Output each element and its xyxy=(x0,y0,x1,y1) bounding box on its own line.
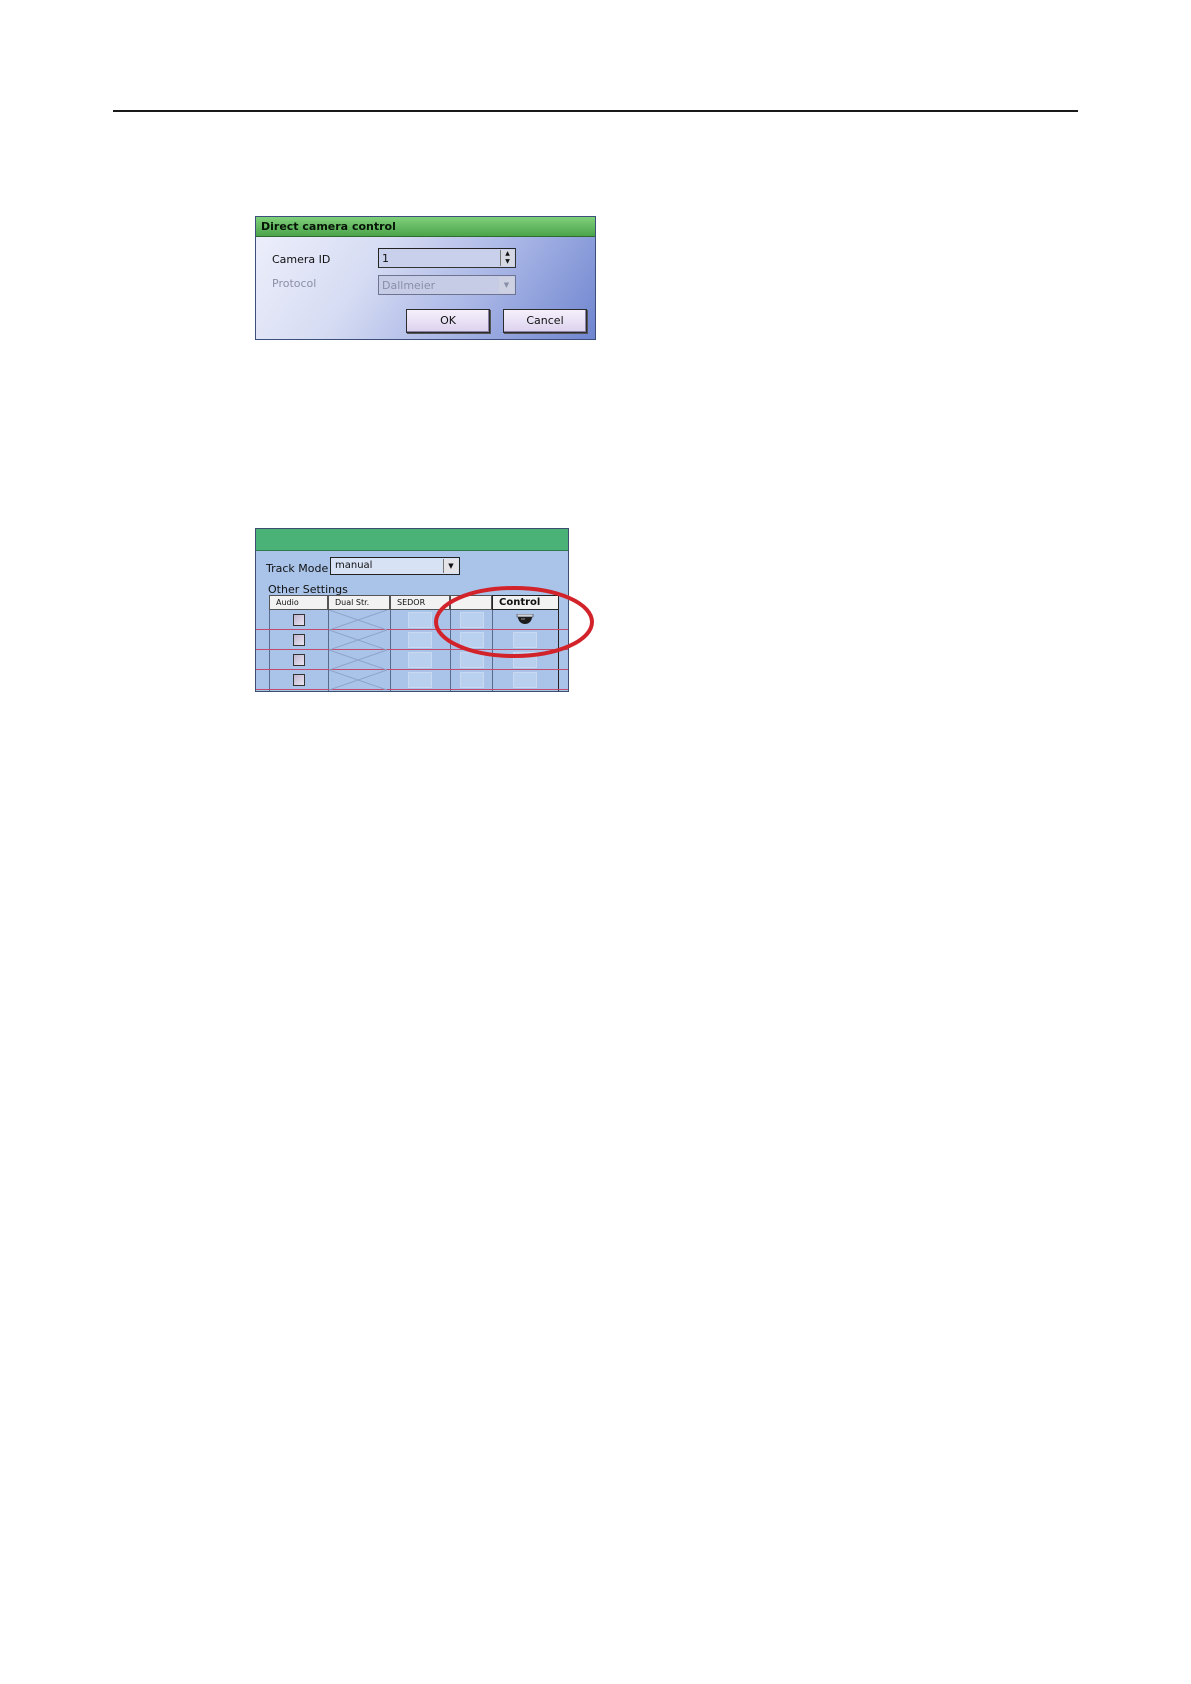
unavailable-cross-icon xyxy=(329,630,387,650)
track-mode-value: manual xyxy=(335,560,373,571)
sedor-cell[interactable] xyxy=(408,632,432,648)
column-header-dual-str: Dual Str. xyxy=(328,595,390,610)
sedor-cell[interactable] xyxy=(408,672,432,688)
sedor-cell[interactable] xyxy=(408,652,432,668)
unavailable-cross-icon xyxy=(329,670,387,690)
protocol-select: Dallmeier ▼ xyxy=(378,275,516,295)
unavailable-cross-icon xyxy=(329,650,387,670)
track-mode-label: Track Mode xyxy=(266,562,329,575)
sedor-cell[interactable] xyxy=(408,612,432,628)
spin-down-icon[interactable]: ▼ xyxy=(501,258,514,266)
dialog-title: Direct camera control xyxy=(256,217,595,237)
audio-checkbox[interactable] xyxy=(293,614,305,626)
camera-id-spinbox[interactable]: 1 ▲ ▼ xyxy=(378,248,516,268)
spin-arrows[interactable]: ▲ ▼ xyxy=(500,250,514,266)
track-mode-select[interactable]: manual ▼ xyxy=(330,557,460,575)
camera-id-value: 1 xyxy=(382,252,389,265)
column-header-audio: Audio xyxy=(269,595,328,610)
protocol-label: Protocol xyxy=(272,277,317,290)
highlight-ellipse xyxy=(434,586,594,658)
unavailable-cross-icon xyxy=(329,610,387,630)
blank-cell[interactable] xyxy=(460,672,484,688)
protocol-value: Dallmeier xyxy=(382,279,436,292)
page-header-rule xyxy=(113,110,1078,112)
cancel-button[interactable]: Cancel xyxy=(503,309,587,333)
audio-checkbox[interactable] xyxy=(293,634,305,646)
ok-button[interactable]: OK xyxy=(406,309,490,333)
chevron-down-icon[interactable]: ▼ xyxy=(443,559,458,573)
audio-checkbox[interactable] xyxy=(293,654,305,666)
panel-title-bar xyxy=(256,529,568,551)
spin-up-icon[interactable]: ▲ xyxy=(501,250,514,258)
direct-camera-control-dialog: Direct camera control Camera ID 1 ▲ ▼ Pr… xyxy=(255,216,596,340)
control-cell[interactable] xyxy=(513,672,537,688)
audio-checkbox[interactable] xyxy=(293,674,305,686)
chevron-down-icon: ▼ xyxy=(499,277,514,293)
camera-id-label: Camera ID xyxy=(272,253,331,266)
